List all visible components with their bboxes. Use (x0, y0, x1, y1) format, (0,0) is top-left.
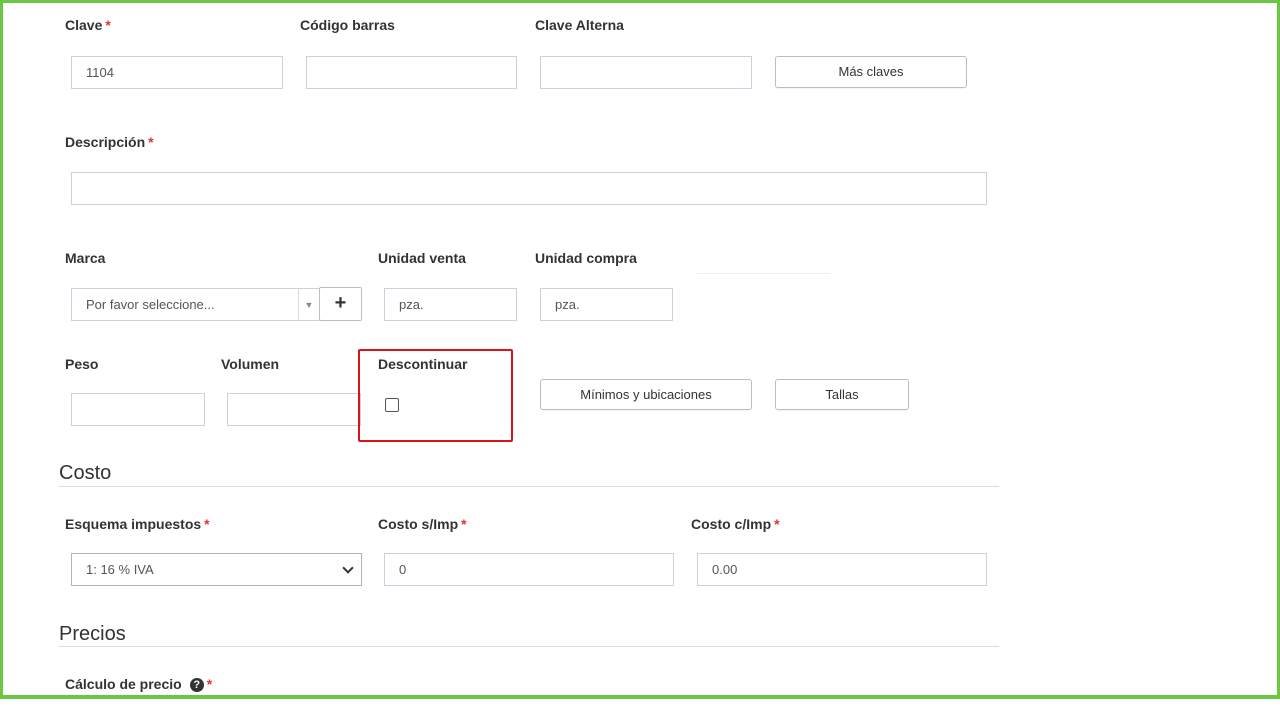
unidad-venta-input[interactable]: pza. (384, 288, 517, 321)
clave-label: Clave * (65, 17, 111, 33)
marca-select-placeholder: Por favor seleccione... (71, 288, 299, 321)
dropdown-arrow-icon[interactable]: ▼ (298, 288, 320, 321)
clave-input[interactable]: 1104 (71, 56, 283, 89)
costo-section-title: Costo (59, 462, 112, 484)
screenshot-frame (0, 0, 1280, 699)
descripcion-label: Descripción * (65, 134, 154, 150)
esquema-impuestos-select[interactable]: 1: 16 % IVA (71, 553, 362, 586)
costo-sin-imp-label: Costo s/Imp * (378, 516, 467, 532)
marca-label: Marca (65, 250, 106, 266)
clave-alterna-label: Clave Alterna (535, 17, 624, 33)
volumen-label: Volumen (221, 356, 280, 372)
help-icon[interactable]: ? (189, 678, 204, 692)
precios-divider (59, 646, 999, 647)
required-marker: * (105, 17, 111, 33)
esquema-impuestos-label: Esquema impuestos * (65, 516, 210, 532)
esquema-impuestos-value: 1: 16 % IVA (86, 562, 154, 577)
tallas-button[interactable]: Tallas (775, 379, 909, 410)
chevron-down-icon (342, 562, 354, 574)
required-marker: * (148, 134, 154, 150)
descontinuar-label: Descontinuar (378, 356, 468, 372)
clave-alterna-input[interactable] (540, 56, 752, 89)
unidad-compra-label: Unidad compra (535, 250, 637, 266)
costo-sin-imp-input[interactable]: 0 (384, 553, 674, 586)
codigo-barras-label: Código barras (300, 17, 395, 33)
codigo-barras-input[interactable] (306, 56, 517, 89)
required-marker: * (774, 516, 780, 532)
costo-con-imp-label: Costo c/Imp * (691, 516, 780, 532)
marca-select[interactable]: Por favor seleccione... ▼ + (71, 287, 362, 321)
add-marca-button[interactable]: + (319, 287, 362, 321)
required-marker: * (204, 516, 210, 532)
precios-section-title: Precios (59, 623, 126, 645)
calculo-precio-label: Cálculo de precio? * (65, 676, 213, 692)
mas-claves-button[interactable]: Más claves (775, 56, 967, 88)
divider (697, 273, 830, 274)
unidad-venta-label: Unidad venta (378, 250, 466, 266)
descripcion-input[interactable] (71, 172, 987, 205)
costo-divider (59, 486, 999, 487)
descontinuar-checkbox[interactable] (385, 398, 399, 412)
peso-label: Peso (65, 356, 99, 372)
minimos-ubicaciones-button[interactable]: Mínimos y ubicaciones (540, 379, 752, 410)
required-marker: * (461, 516, 467, 532)
unidad-compra-input[interactable]: pza. (540, 288, 673, 321)
peso-input[interactable] (71, 393, 205, 426)
costo-con-imp-input[interactable]: 0.00 (697, 553, 987, 586)
required-marker: * (206, 676, 213, 692)
volumen-input[interactable] (227, 393, 361, 426)
